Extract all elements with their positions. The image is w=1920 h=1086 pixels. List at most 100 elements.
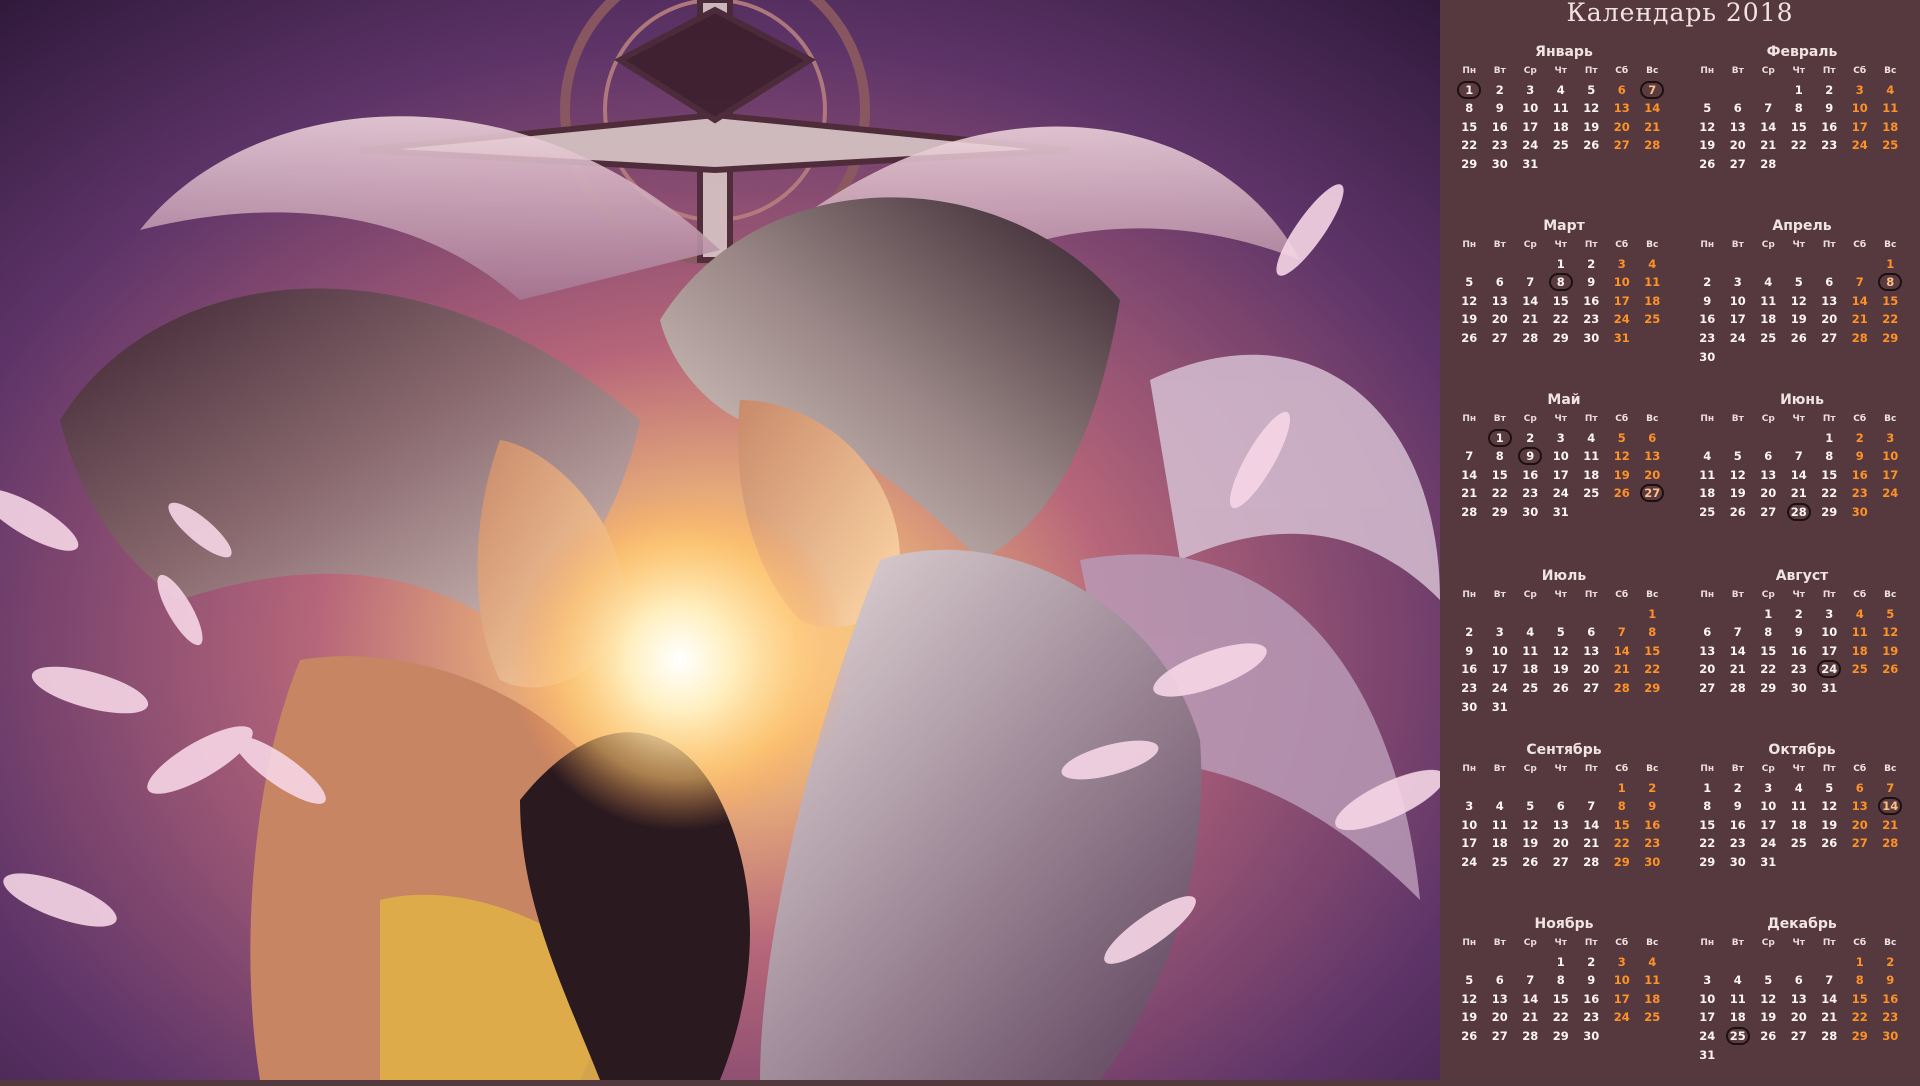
day-cell: 5 — [1576, 81, 1607, 100]
day-number: 19 — [1552, 662, 1569, 677]
day-cell: 12 — [1454, 990, 1485, 1009]
day-cell: 20 — [1607, 118, 1638, 137]
day-cell: 19 — [1753, 1008, 1784, 1027]
day-cell: 7 — [1753, 99, 1784, 118]
day-cell: 1 — [1845, 953, 1876, 972]
day-cell: 6 — [1485, 971, 1516, 990]
holiday-day-cell: 1 — [1454, 80, 1485, 100]
weekday-header: Вс — [1884, 66, 1897, 76]
day-cell: 19 — [1814, 816, 1845, 835]
day-number: 7 — [1587, 799, 1596, 814]
empty-cell — [1454, 429, 1485, 448]
day-number: 17 — [1552, 467, 1569, 482]
day-number: 2 — [1733, 780, 1742, 795]
day-cell: 15 — [1485, 466, 1516, 485]
day-cell: 2 — [1576, 953, 1607, 972]
day-number: 15 — [1613, 817, 1630, 832]
day-cell: 15 — [1692, 816, 1723, 835]
day-number: 3 — [1733, 275, 1742, 290]
day-cell: 15 — [1753, 642, 1784, 661]
day-number: 23 — [1821, 138, 1838, 153]
day-cell: 2 — [1814, 81, 1845, 100]
day-cell: 17 — [1454, 834, 1485, 853]
day-cell: 31 — [1485, 698, 1516, 717]
weekday-header: Пн — [1700, 240, 1715, 250]
day-cell: 11 — [1637, 273, 1668, 292]
day-number: 21 — [1461, 486, 1478, 501]
day-number: 14 — [1790, 467, 1807, 482]
day-number: 22 — [1644, 662, 1661, 677]
day-cell: 28 — [1607, 679, 1638, 698]
day-cell: 22 — [1546, 1008, 1577, 1027]
day-number: 28 — [1851, 330, 1868, 345]
weekday-header: Вт — [1493, 240, 1506, 250]
weekday-header: Ср — [1761, 590, 1775, 600]
day-number: 26 — [1760, 1028, 1777, 1043]
day-cell: 9 — [1814, 99, 1845, 118]
day-number: 16 — [1461, 662, 1478, 677]
day-number: 21 — [1583, 836, 1600, 851]
day-cell: 25 — [1875, 136, 1906, 155]
day-cell: 12 — [1692, 118, 1723, 137]
day-cell: 22 — [1784, 136, 1815, 155]
day-number: 29 — [1491, 504, 1508, 519]
weekday-header: Вс — [1646, 764, 1659, 774]
day-number: 10 — [1613, 973, 1630, 988]
empty-cell — [1485, 255, 1516, 274]
day-number: 9 — [1703, 293, 1712, 308]
day-number: 24 — [1882, 486, 1899, 501]
weekday-header: Ср — [1761, 764, 1775, 774]
day-number: 13 — [1821, 293, 1838, 308]
day-number: 5 — [1825, 780, 1834, 795]
day-number: 15 — [1644, 643, 1661, 658]
day-cell: 11 — [1784, 797, 1815, 816]
day-number: 13 — [1491, 991, 1508, 1006]
day-cell: 31 — [1692, 1046, 1723, 1065]
empty-cell — [1753, 429, 1784, 448]
day-cell: 3 — [1454, 797, 1485, 816]
day-cell: 21 — [1814, 1008, 1845, 1027]
day-number: 4 — [1733, 973, 1742, 988]
day-number: 17 — [1729, 312, 1746, 327]
day-number: 26 — [1461, 1028, 1478, 1043]
background-artwork — [0, 0, 1440, 1080]
empty-cell — [1515, 255, 1546, 274]
day-number: 27 — [1491, 1028, 1508, 1043]
day-cell: 6 — [1845, 779, 1876, 798]
day-cell: 2 — [1723, 779, 1754, 798]
day-number: 5 — [1465, 275, 1474, 290]
day-number: 6 — [1648, 430, 1657, 445]
day-cell: 18 — [1692, 484, 1723, 503]
day-cell: 21 — [1845, 310, 1876, 329]
day-number: 19 — [1821, 817, 1838, 832]
day-number: 17 — [1851, 119, 1868, 134]
day-number: 17 — [1613, 991, 1630, 1006]
day-cell: 17 — [1515, 118, 1546, 137]
day-number: 21 — [1522, 1010, 1539, 1025]
day-cell: 24 — [1607, 1008, 1638, 1027]
day-cell: 16 — [1576, 292, 1607, 311]
day-cell: 6 — [1753, 447, 1784, 466]
day-cell: 9 — [1845, 447, 1876, 466]
day-cell: 10 — [1546, 447, 1577, 466]
day-cell: 19 — [1546, 660, 1577, 679]
day-number: 1 — [1556, 954, 1565, 969]
day-cell: 21 — [1515, 310, 1546, 329]
day-number: 3 — [1556, 430, 1565, 445]
day-cell: 26 — [1814, 834, 1845, 853]
month-grid: Пн Вт Ср Чт Пт Сб Вс 1 2 3 4 5 6 7 8 9 10 11 12 13 14 15 16 17 1… — [1692, 586, 1912, 698]
weekday-header: Сб — [1615, 240, 1629, 250]
weekday-header: Пт — [1822, 414, 1836, 424]
day-number: 4 — [1794, 780, 1803, 795]
day-cell: 31 — [1753, 853, 1784, 872]
day-number: 6 — [1617, 82, 1626, 97]
day-number: 8 — [1648, 625, 1657, 640]
day-number: 3 — [1855, 82, 1864, 97]
day-number: 13 — [1760, 467, 1777, 482]
day-number: 13 — [1790, 991, 1807, 1006]
day-number: 1 — [1648, 606, 1657, 621]
day-cell: 4 — [1515, 623, 1546, 642]
day-number: 30 — [1851, 504, 1868, 519]
calendar-title: Календарь 2018 — [1566, 0, 1794, 27]
day-cell: 10 — [1515, 99, 1546, 118]
